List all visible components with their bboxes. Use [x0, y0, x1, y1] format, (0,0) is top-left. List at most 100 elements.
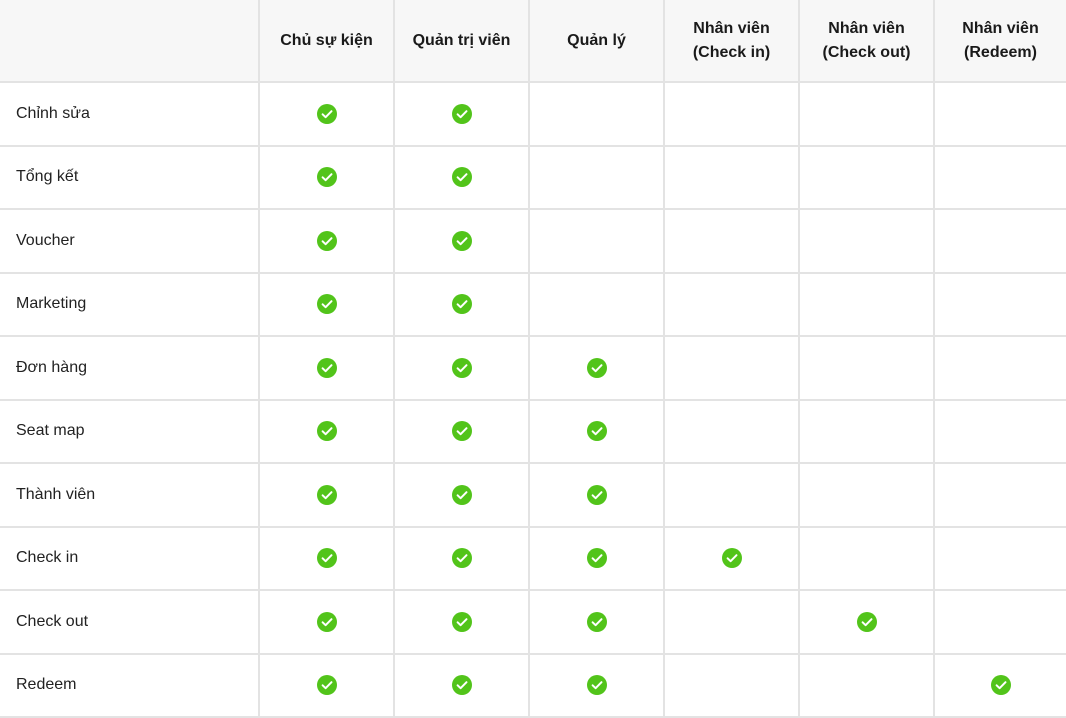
column-header-staff-check-out: Nhân viên (Check out): [798, 0, 935, 83]
check-circle-icon: [451, 294, 472, 315]
permission-cell: [393, 335, 530, 401]
check-circle-icon: [586, 675, 607, 696]
table-row: Check in: [0, 525, 1066, 591]
feature-label: Tổng kết: [0, 144, 260, 210]
permission-cell: [933, 271, 1066, 337]
column-header-line1: Quản lý: [567, 31, 626, 49]
permission-cell: [393, 398, 530, 464]
check-circle-icon: [316, 421, 337, 442]
column-header-staff-redeem: Nhân viên (Redeem): [933, 0, 1066, 83]
permission-cell: [393, 525, 530, 591]
table-row: Thành viên: [0, 462, 1066, 528]
permission-cell: [528, 589, 665, 655]
permission-cell: [258, 81, 395, 147]
check-circle-icon: [316, 167, 337, 188]
permission-cell: [663, 398, 800, 464]
check-circle-icon: [451, 421, 472, 442]
permission-cell: [258, 589, 395, 655]
permission-cell: [798, 462, 935, 528]
permission-cell: [798, 144, 935, 210]
permission-cell: [663, 525, 800, 591]
corner-cell: [0, 0, 260, 83]
permission-cell: [528, 271, 665, 337]
feature-label: Seat map: [0, 398, 260, 464]
permission-cell: [798, 652, 935, 718]
permission-cell: [258, 144, 395, 210]
permission-cell: [933, 144, 1066, 210]
column-header-line1: Chủ sự kiện: [280, 31, 373, 49]
table-row: Redeem: [0, 652, 1066, 718]
feature-label: Marketing: [0, 271, 260, 337]
check-circle-icon: [451, 357, 472, 378]
check-circle-icon: [451, 484, 472, 505]
check-circle-icon: [451, 167, 472, 188]
permission-cell: [393, 144, 530, 210]
check-circle-icon: [586, 548, 607, 569]
permission-cell: [933, 652, 1066, 718]
column-header-staff-check-in: Nhân viên (Check in): [663, 0, 800, 83]
table-row: Tổng kết: [0, 144, 1066, 210]
feature-label: Thành viên: [0, 462, 260, 528]
column-header-line2: (Check in): [692, 43, 771, 61]
column-header-line1: Quản trị viên: [412, 31, 511, 49]
check-circle-icon: [316, 548, 337, 569]
permission-cell: [258, 525, 395, 591]
permission-cell: [258, 335, 395, 401]
check-circle-icon: [451, 548, 472, 569]
check-circle-icon: [316, 103, 337, 124]
permission-cell: [393, 652, 530, 718]
permission-cell: [528, 208, 665, 274]
permission-cell: [933, 335, 1066, 401]
permission-cell: [933, 462, 1066, 528]
permission-cell: [663, 144, 800, 210]
permission-cell: [528, 398, 665, 464]
permission-cell: [393, 462, 530, 528]
table-row: Đơn hàng: [0, 335, 1066, 401]
check-circle-icon: [856, 611, 877, 632]
permission-cell: [258, 398, 395, 464]
permission-cell: [393, 589, 530, 655]
check-circle-icon: [451, 611, 472, 632]
table-row: Marketing: [0, 271, 1066, 337]
feature-label: Đơn hàng: [0, 335, 260, 401]
permission-cell: [798, 525, 935, 591]
permission-cell: [393, 271, 530, 337]
permission-cell: [663, 462, 800, 528]
permission-cell: [393, 208, 530, 274]
check-circle-icon: [451, 675, 472, 696]
check-circle-icon: [316, 230, 337, 251]
permission-cell: [933, 398, 1066, 464]
permission-cell: [798, 335, 935, 401]
permission-cell: [663, 335, 800, 401]
permission-cell: [798, 208, 935, 274]
permission-cell: [528, 462, 665, 528]
permission-cell: [528, 144, 665, 210]
permission-cell: [528, 81, 665, 147]
table-row: Voucher: [0, 208, 1066, 274]
permission-cell: [798, 589, 935, 655]
permission-cell: [933, 81, 1066, 147]
permission-cell: [933, 208, 1066, 274]
permission-cell: [798, 81, 935, 147]
permission-cell: [663, 208, 800, 274]
table-row: Seat map: [0, 398, 1066, 464]
feature-label: Check out: [0, 589, 260, 655]
check-circle-icon: [451, 230, 472, 251]
column-header-line2: (Check out): [822, 43, 911, 61]
permission-cell: [663, 589, 800, 655]
permissions-table: Chủ sự kiện Quản trị viên Quản lý Nhân v…: [0, 0, 1066, 718]
feature-label: Check in: [0, 525, 260, 591]
check-circle-icon: [316, 675, 337, 696]
check-circle-icon: [451, 103, 472, 124]
column-header-line1: Nhân viên: [693, 19, 770, 37]
permission-cell: [258, 208, 395, 274]
permission-cell: [663, 81, 800, 147]
feature-label: Chỉnh sửa: [0, 81, 260, 147]
permission-cell: [663, 271, 800, 337]
feature-label: Redeem: [0, 652, 260, 718]
check-circle-icon: [721, 548, 742, 569]
column-header-manager: Quản lý: [528, 0, 665, 83]
table-row: Chỉnh sửa: [0, 81, 1066, 147]
column-header-administrator: Quản trị viên: [393, 0, 530, 83]
permission-cell: [933, 589, 1066, 655]
